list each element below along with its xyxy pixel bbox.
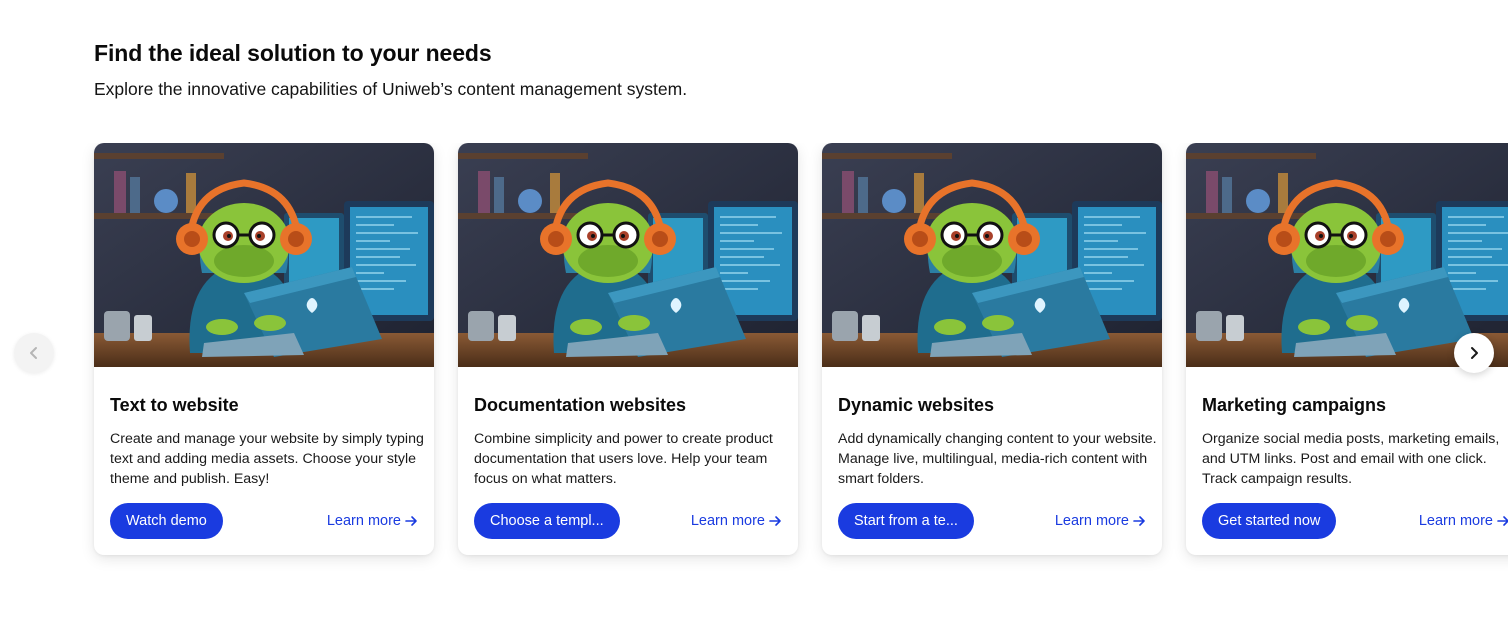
card-body: Documentation websites Combine simplicit…	[458, 367, 798, 555]
learn-more-label: Learn more	[1054, 513, 1129, 529]
card-body: Marketing campaigns Organize social medi…	[1186, 367, 1508, 555]
learn-more-label: Learn more	[1418, 513, 1493, 529]
section-header: Find the ideal solution to your needs Ex…	[94, 40, 687, 100]
section-subheading: Explore the innovative capabilities of U…	[94, 79, 688, 99]
chevron-right-icon	[1471, 347, 1478, 359]
arrow-right-icon	[405, 516, 417, 526]
solutions-carousel: Text to website Create and manage your w…	[0, 143, 1508, 573]
solution-card: Documentation websites Combine simplicit…	[458, 143, 798, 555]
card-actions: Choose a templ... Learn more	[474, 503, 782, 539]
card-description: Organize social media posts, marketing e…	[1202, 431, 1500, 487]
card-body: Dynamic websites Add dynamically changin…	[822, 367, 1162, 555]
arrow-right-icon	[769, 516, 781, 526]
section-heading: Find the ideal solution to your needs	[94, 40, 492, 66]
turtle-coder-illustration	[458, 143, 798, 367]
turtle-coder-illustration	[1186, 143, 1508, 367]
learn-more-link[interactable]: Learn more	[1419, 513, 1508, 529]
card-actions: Watch demo Learn more	[110, 503, 418, 539]
card-title: Text to website	[110, 395, 239, 415]
card-actions: Get started now Learn more	[1202, 503, 1508, 539]
learn-more-label: Learn more	[326, 513, 401, 529]
solution-card: Text to website Create and manage your w…	[94, 143, 434, 555]
card-actions: Start from a te... Learn more	[838, 503, 1146, 539]
learn-more-link[interactable]: Learn more	[327, 513, 418, 529]
card-description: Add dynamically changing content to your…	[838, 431, 1157, 487]
carousel-prev-button[interactable]	[14, 333, 54, 373]
card-body: Text to website Create and manage your w…	[94, 367, 434, 555]
learn-more-label: Learn more	[690, 513, 765, 529]
card-description: Create and manage your website by simply…	[110, 431, 424, 487]
solution-card: Dynamic websites Add dynamically changin…	[822, 143, 1162, 555]
carousel-track: Text to website Create and manage your w…	[94, 143, 1508, 555]
turtle-coder-illustration	[822, 143, 1162, 367]
card-primary-button[interactable]: Start from a te...	[838, 503, 974, 539]
card-primary-button[interactable]: Get started now	[1202, 503, 1337, 539]
card-title: Dynamic websites	[838, 395, 995, 415]
learn-more-link[interactable]: Learn more	[1055, 513, 1146, 529]
card-primary-button[interactable]: Watch demo	[110, 503, 223, 539]
card-title: Marketing campaigns	[1202, 395, 1387, 415]
learn-more-link[interactable]: Learn more	[691, 513, 782, 529]
card-description: Combine simplicity and power to create p…	[474, 431, 773, 487]
chevron-left-icon	[30, 347, 37, 359]
card-primary-button[interactable]: Choose a templ...	[474, 503, 620, 539]
arrow-right-icon	[1133, 516, 1145, 526]
carousel-next-button[interactable]	[1454, 333, 1494, 373]
arrow-right-icon	[1497, 516, 1508, 526]
turtle-coder-illustration	[94, 143, 434, 367]
card-title: Documentation websites	[474, 395, 687, 415]
